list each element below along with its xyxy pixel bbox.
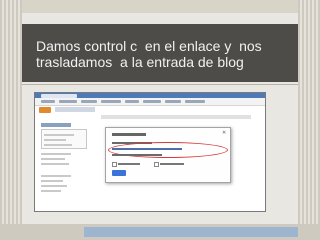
close-icon[interactable]: ✕ xyxy=(222,131,226,136)
content-line xyxy=(101,115,251,119)
sidebar-line xyxy=(41,185,67,187)
top-band xyxy=(0,0,320,13)
dialog-text-line xyxy=(112,154,162,156)
dialog-checkbox-label xyxy=(160,163,184,165)
sidebar-title xyxy=(41,123,71,127)
link-dialog: ✕ xyxy=(105,127,231,183)
divider-line xyxy=(22,84,298,85)
bottom-accent xyxy=(84,227,298,237)
bookmark-item xyxy=(125,100,139,103)
bookmark-item xyxy=(185,100,205,103)
dialog-checkbox[interactable] xyxy=(154,162,159,167)
bookmark-item xyxy=(101,100,121,103)
screenshot: ✕ xyxy=(34,92,266,212)
right-stripe-decoration xyxy=(298,0,320,240)
dialog-checkbox-label xyxy=(118,163,140,165)
bookmark-item xyxy=(81,100,97,103)
bookmark-item xyxy=(41,100,55,103)
sidebar-box xyxy=(41,129,87,149)
sidebar xyxy=(41,123,96,208)
sidebar-line xyxy=(41,175,71,177)
dialog-title xyxy=(112,133,146,136)
left-stripe-decoration xyxy=(0,0,22,240)
slide: Damos control c en el enlace y nos trasl… xyxy=(0,0,320,240)
sidebar-line xyxy=(41,190,61,192)
sidebar-line xyxy=(41,180,63,182)
sidebar-line xyxy=(41,163,69,165)
sidebar-line xyxy=(44,134,74,136)
sidebar-line xyxy=(41,158,65,160)
bookmark-item xyxy=(143,100,161,103)
blog-header xyxy=(55,107,95,112)
bookmark-item xyxy=(165,100,181,103)
dialog-ok-button[interactable] xyxy=(112,170,126,176)
dialog-checkbox[interactable] xyxy=(112,162,117,167)
sidebar-line xyxy=(44,144,72,146)
sidebar-line xyxy=(41,153,71,155)
bookmark-item xyxy=(59,100,77,103)
sidebar-line xyxy=(44,139,66,141)
blogger-logo xyxy=(39,107,51,113)
slide-title: Damos control c en el enlace y nos trasl… xyxy=(36,38,262,70)
